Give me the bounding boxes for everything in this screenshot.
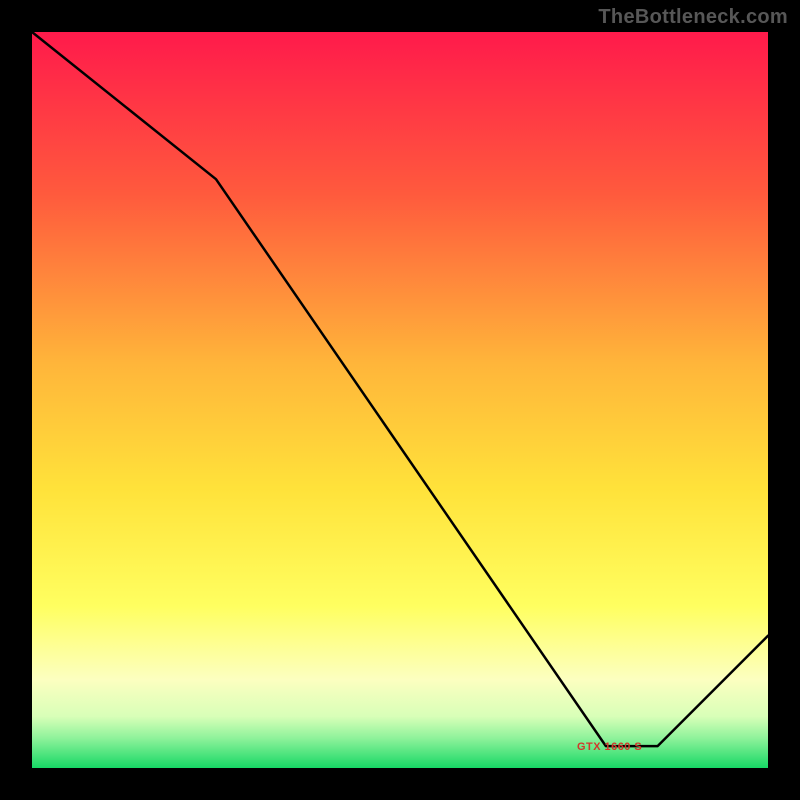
- plot-svg: GTX 1660 S: [32, 32, 768, 768]
- watermark-text: TheBottleneck.com: [598, 6, 788, 29]
- marker-label: GTX 1660 S: [577, 741, 642, 753]
- chart-frame: TheBottleneck.com GTX 1: [0, 0, 800, 800]
- gradient-background: [32, 32, 768, 768]
- plot-area: GTX 1660 S: [30, 30, 770, 770]
